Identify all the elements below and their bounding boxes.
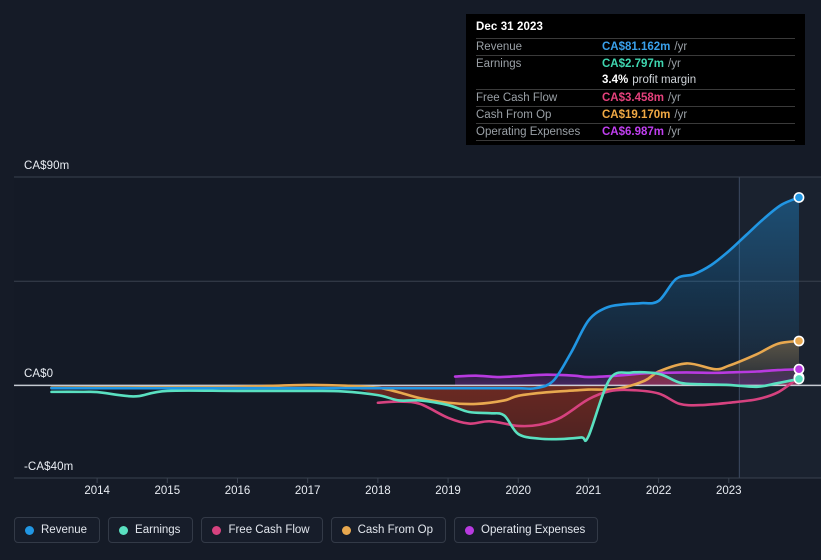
tooltip-row-label: Free Cash Flow: [476, 92, 558, 104]
endpoint-marker-cash-from-op: [793, 335, 805, 347]
y-axis-tick-label: -CA$40m: [24, 461, 74, 473]
tooltip-row-unit: /yr: [668, 92, 681, 104]
tooltip-row: Cash From Op CA$19.170m/yr: [476, 106, 795, 123]
x-axis-tick-label: 2020: [505, 485, 532, 497]
tooltip-row: Earnings CA$2.797m/yr: [476, 55, 795, 72]
tooltip-row-unit: /yr: [674, 109, 688, 121]
financial-chart-widget: CA$90m CA$0 -CA$40m 2014 2015 2016 2017 2018 20…: [0, 0, 821, 560]
tooltip-row-label: Cash From Op: [476, 109, 552, 121]
tooltip-row-label: Operating Expenses: [476, 126, 581, 138]
endpoint-marker-earnings: [793, 373, 805, 385]
y-axis-tick-label: CA$0: [24, 368, 54, 381]
x-axis-tick-label: 2019: [435, 485, 461, 497]
legend-item-earnings[interactable]: Earnings: [108, 517, 194, 543]
legend-item-revenue[interactable]: Revenue: [14, 517, 101, 543]
x-axis-tick-label: 2022: [645, 485, 672, 497]
legend-color-dot-icon: [212, 525, 222, 535]
tooltip-date: Dec 31 2023: [476, 21, 543, 33]
legend-color-dot-icon: [465, 525, 475, 535]
legend-item-label: Operating Expenses: [481, 524, 586, 536]
tooltip-rows: Revenue CA$81.162m/yr Earnings CA$2.797m/yr…: [476, 38, 795, 140]
endpoint-marker-operating-expenses: [793, 363, 805, 375]
legend-color-dot-icon: [25, 525, 34, 535]
x-axis-tick-label: 2014: [84, 485, 110, 497]
x-axis-tick-label: 2021: [575, 485, 602, 497]
tooltip-row-subtext: profit margin: [632, 74, 697, 86]
tooltip-row: Revenue CA$81.162m/yr: [476, 38, 795, 55]
tooltip-row: Operating Expenses CA$6.987m/yr: [476, 123, 795, 140]
legend-item-operating-expenses[interactable]: Operating Expenses: [454, 517, 599, 543]
tooltip-row: Free Cash Flow CA$3.458m/yr: [476, 89, 795, 106]
chart-legend: Revenue Earnings Free Cash Flow Cash From O…: [14, 517, 599, 543]
x-axis-tick-label: 2017: [294, 485, 321, 497]
legend-item-cash-from-op[interactable]: Cash From Op: [330, 517, 447, 543]
tooltip-row-unit: /yr: [668, 58, 681, 70]
x-axis-tick-label: 2023: [715, 485, 742, 497]
y-axis-tick-label: CA$90m: [24, 160, 70, 172]
legend-color-dot-icon: [119, 525, 129, 535]
tooltip-row-value: CA$3.458m: [602, 92, 665, 104]
legend-item-free-cash-flow[interactable]: Free Cash Flow: [201, 517, 323, 543]
x-axis-tick-label: 2016: [224, 485, 251, 497]
legend-item-label: Earnings: [135, 524, 181, 536]
tooltip-row-value: CA$81.162m: [602, 41, 671, 53]
tooltip-row: 3.4% profit margin: [476, 72, 795, 89]
tooltip-row-value: CA$6.987m: [602, 126, 665, 138]
tooltip-row-unit: /yr: [674, 41, 688, 53]
x-axis-tick-label: 2018: [365, 485, 391, 497]
legend-item-label: Revenue: [41, 524, 88, 536]
tooltip-row-value: CA$19.170m: [602, 109, 671, 121]
x-axis-tick-label: 2015: [154, 485, 181, 497]
tooltip-row-label: Earnings: [476, 58, 522, 70]
tooltip-row-value: 3.4%: [602, 74, 629, 86]
legend-color-dot-icon: [341, 525, 351, 535]
tooltip-row-unit: /yr: [668, 126, 681, 138]
legend-item-label: Cash From Op: [357, 524, 434, 536]
tooltip-row-label: Revenue: [476, 41, 523, 53]
chart-tooltip: Dec 31 2023 Revenue CA$81.162m/yr Earnings…: [466, 14, 805, 145]
legend-item-label: Free Cash Flow: [228, 524, 310, 536]
tooltip-row-value: CA$2.797m: [602, 58, 665, 70]
endpoint-marker-revenue: [793, 192, 805, 203]
